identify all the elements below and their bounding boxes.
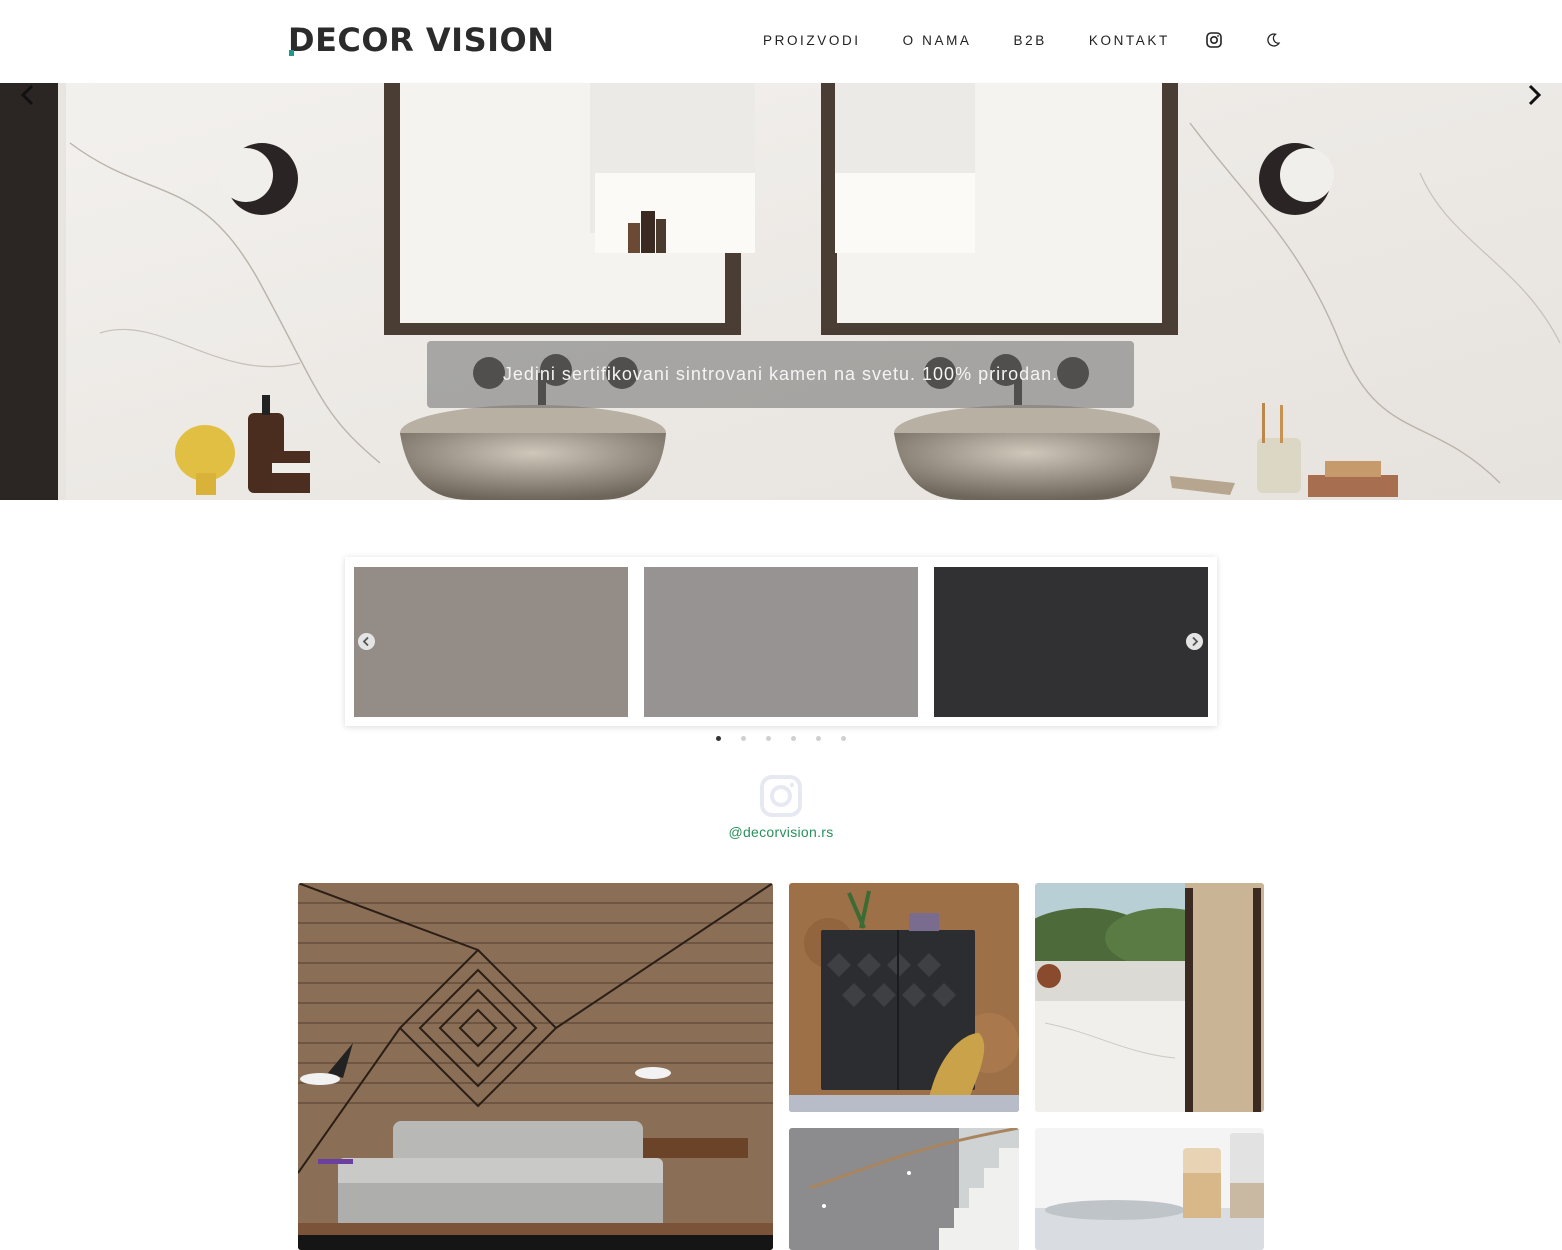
carousel-prev-icon[interactable]: [358, 633, 375, 650]
gallery-image-cabinet[interactable]: [789, 883, 1019, 1112]
carousel-dot[interactable]: [841, 736, 846, 741]
nav-item-proizvodi[interactable]: PROIZVODI: [763, 33, 861, 48]
chevron-right-icon[interactable]: [1524, 83, 1544, 107]
gallery-image-doorway[interactable]: [1035, 883, 1264, 1112]
carousel-next-icon[interactable]: [1186, 633, 1203, 650]
swatch-card-2[interactable]: [644, 567, 918, 717]
carousel-dot[interactable]: [716, 736, 721, 741]
logo-accent: [289, 50, 294, 56]
gallery-image-staircase[interactable]: [789, 1128, 1019, 1250]
gallery-image-kitchen[interactable]: [1035, 1128, 1264, 1250]
hero-image: [0, 83, 1562, 500]
site-header: DECOR VISION PROIZVODI O NAMA B2B KONTAK…: [0, 0, 1562, 83]
instagram-icon[interactable]: [1205, 31, 1223, 49]
logo[interactable]: DECOR VISION: [288, 21, 555, 59]
instagram-handle[interactable]: @decorvision.rs: [0, 824, 1562, 840]
hero-slider: Jedini sertifikovani sintrovani kamen na…: [0, 83, 1562, 500]
carousel-dot[interactable]: [741, 736, 746, 741]
swatch-carousel: [345, 557, 1217, 726]
gallery-photo: [1035, 883, 1264, 1112]
nav-item-o-nama[interactable]: O NAMA: [903, 33, 972, 48]
nav-item-b2b[interactable]: B2B: [1014, 33, 1047, 48]
instagram-icon[interactable]: [759, 774, 803, 818]
carousel-dot[interactable]: [791, 736, 796, 741]
carousel-pagination: [0, 736, 1562, 741]
chevron-left-icon[interactable]: [18, 83, 38, 107]
gallery-photo: [789, 883, 1019, 1112]
hero-caption: Jedini sertifikovani sintrovani kamen na…: [427, 341, 1134, 408]
gallery-photo: [1035, 1128, 1264, 1250]
carousel-dot[interactable]: [816, 736, 821, 741]
logo-mark: DECOR VISION: [288, 21, 555, 59]
swatch-card-3[interactable]: [934, 567, 1208, 717]
gallery-photo: [789, 1128, 1019, 1250]
gallery-photo: [298, 883, 773, 1250]
logo-text: DECOR VISION: [288, 21, 555, 59]
swatch-card-1[interactable]: [354, 567, 628, 717]
gallery-image-wall-panel[interactable]: [298, 883, 773, 1250]
nav-item-kontakt[interactable]: KONTAKT: [1089, 33, 1170, 48]
carousel-dot[interactable]: [766, 736, 771, 741]
main-nav: PROIZVODI O NAMA B2B KONTAKT: [763, 33, 1212, 48]
moon-icon[interactable]: [1264, 31, 1282, 49]
